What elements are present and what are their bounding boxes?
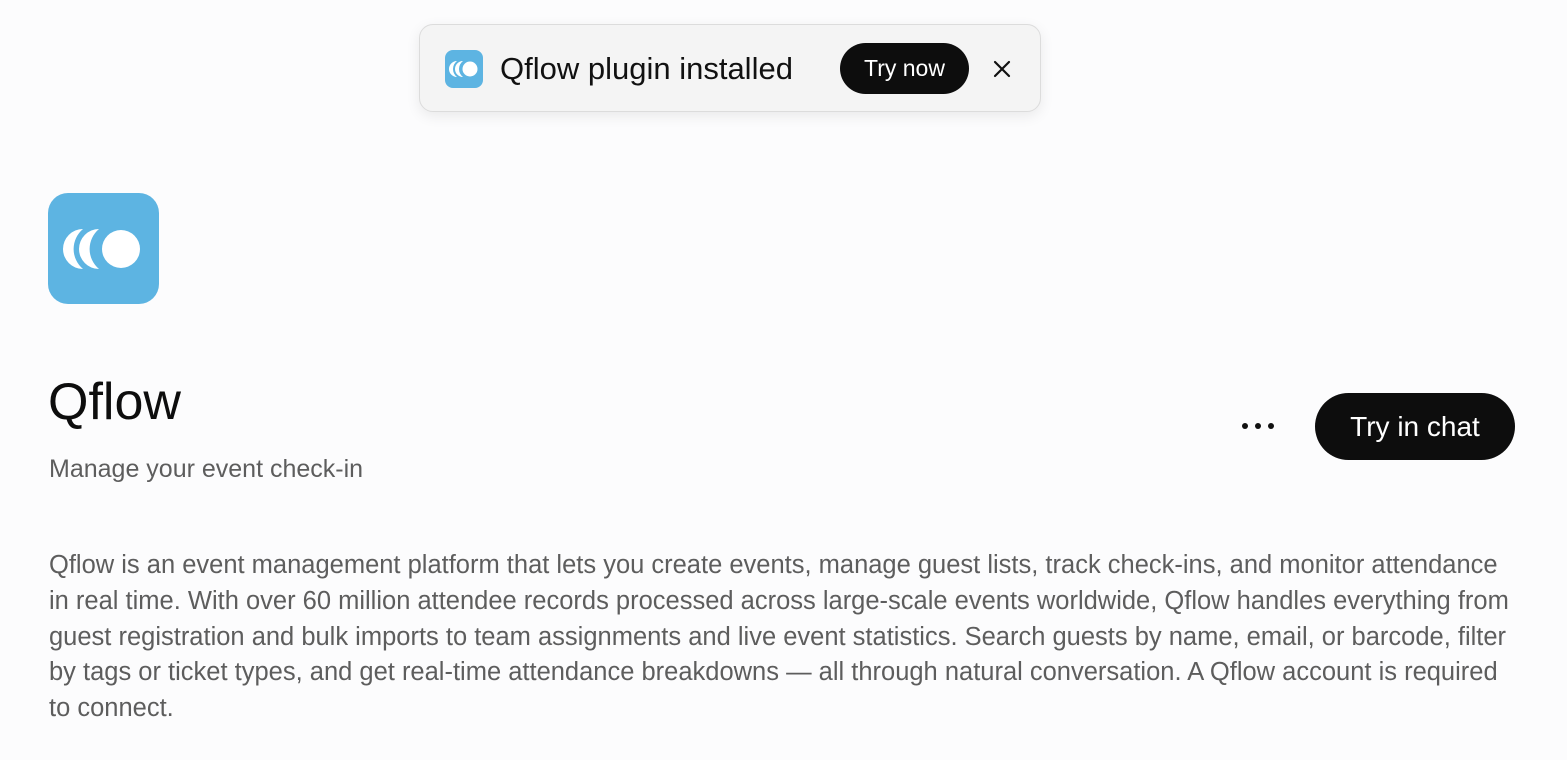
plugin-description: Qflow is an event management platform th…: [49, 551, 1509, 723]
qflow-logo-icon: [48, 193, 159, 304]
toast-message: Qflow plugin installed: [500, 51, 793, 86]
plugin-installed-toast: Qflow plugin installed Try now: [419, 24, 1041, 112]
plugin-tagline: Manage your event check-in: [49, 455, 364, 483]
qflow-logo-icon: [445, 50, 483, 88]
more-options-icon[interactable]: [1232, 406, 1284, 446]
plugin-title: Qflow: [48, 373, 181, 431]
try-in-chat-button[interactable]: Try in chat: [1315, 393, 1515, 460]
try-now-button[interactable]: Try now: [840, 43, 969, 94]
close-icon[interactable]: [989, 56, 1015, 82]
